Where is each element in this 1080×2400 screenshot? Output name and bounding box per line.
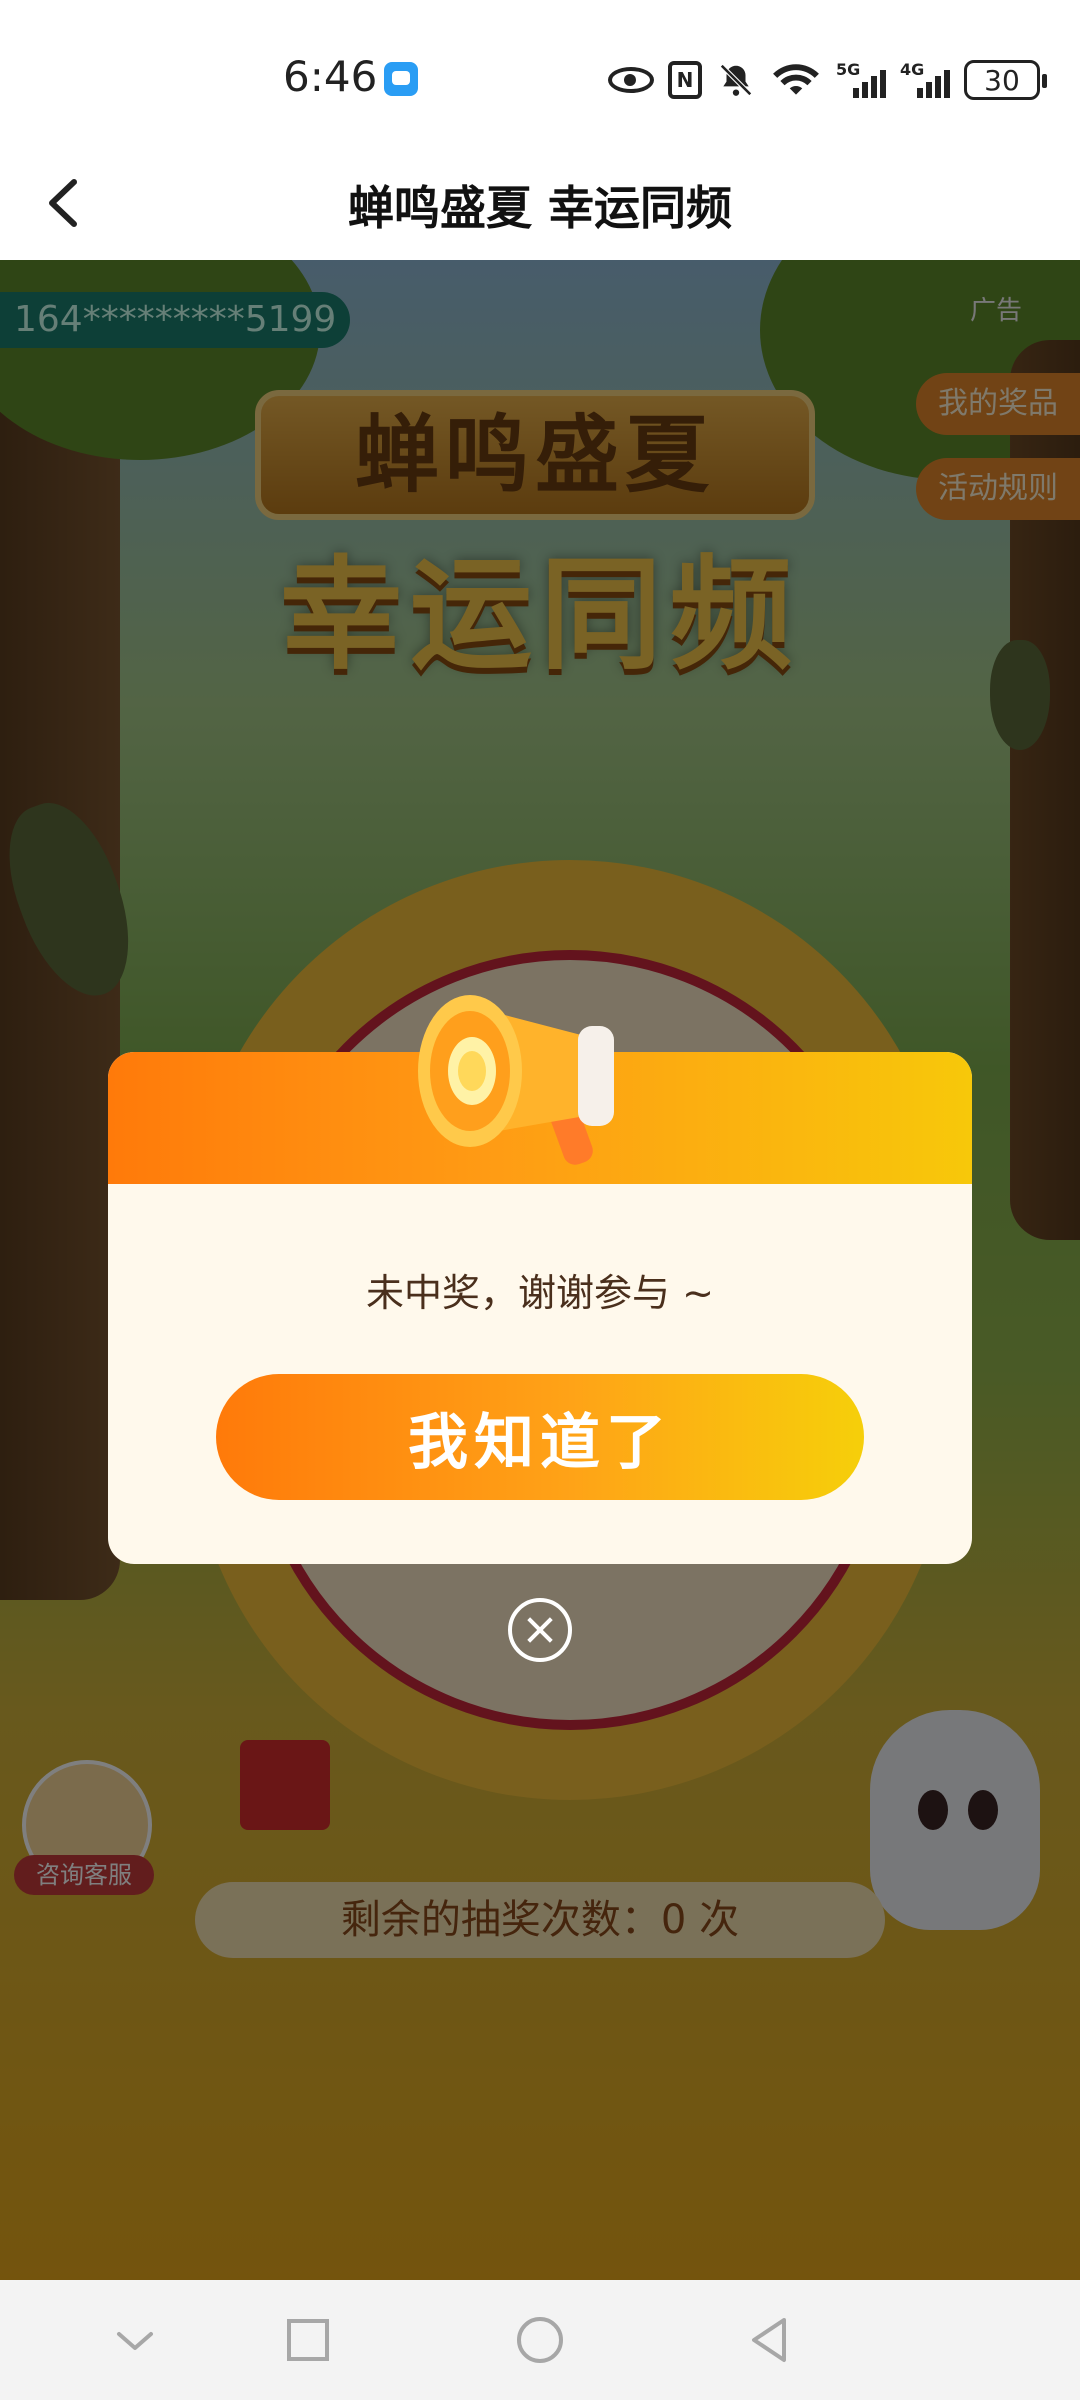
status-bar: 6:46 N 5G 4G 30 [0,0,1080,150]
signal-4g-icon: 4G [900,60,950,100]
battery-level: 30 [984,63,1020,97]
system-nav-bar [0,2280,1080,2400]
megaphone-icon [418,995,614,1165]
nav-back-icon[interactable] [740,2310,800,2370]
header: 蝉鸣盛夏 幸运同频 [0,150,1080,260]
nfc-icon: N [668,61,702,99]
dialog-message: 未中奖，谢谢参与 ~ [366,1271,714,1315]
nav-recents-icon[interactable] [278,2310,338,2370]
status-time: 6:46 [283,52,378,101]
confirm-button[interactable]: 我知道了 [216,1374,864,1500]
status-icons: N 5G 4G 30 [608,55,1047,105]
wifi-icon [770,60,822,100]
signal-5g-icon: 5G [836,60,886,100]
battery-icon: 30 [964,60,1047,100]
page-title: 蝉鸣盛夏 幸运同频 [347,181,732,235]
nav-chevron-down-icon[interactable] [105,2310,165,2370]
message-icon [384,62,418,96]
nav-home-icon[interactable] [510,2310,570,2370]
eye-icon [608,67,654,93]
bell-off-icon [716,60,756,100]
result-dialog: 未中奖，谢谢参与 ~ 我知道了 [108,995,972,1564]
close-icon[interactable] [508,1598,572,1662]
